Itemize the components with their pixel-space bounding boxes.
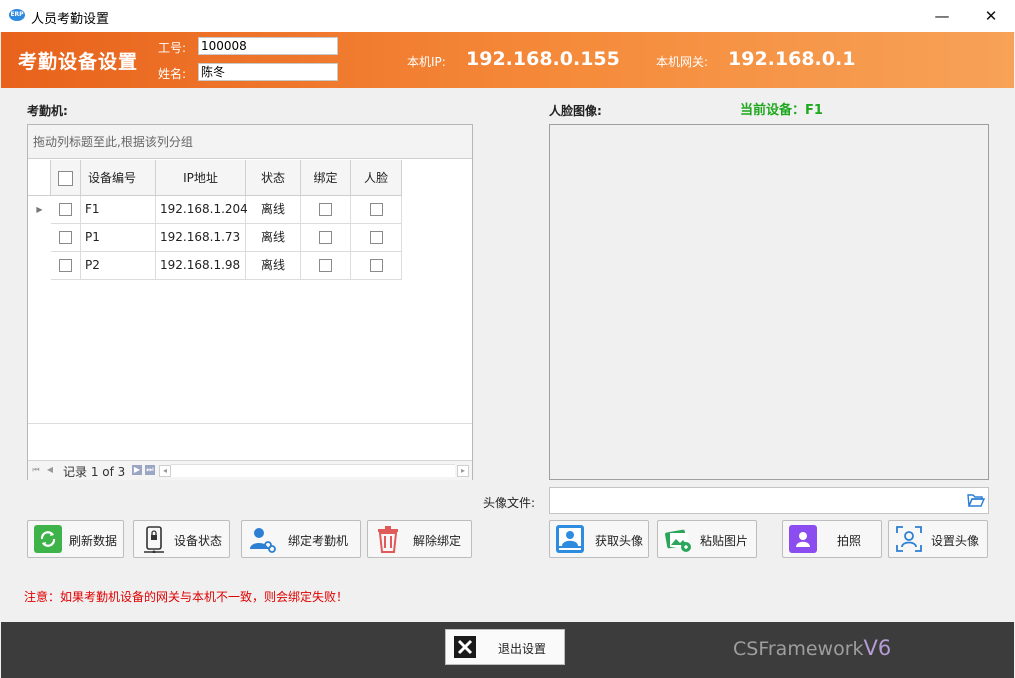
bind-device-label: 绑定考勤机 xyxy=(288,534,349,548)
cell-device-ip[interactable]: 192.168.1.73 xyxy=(156,224,246,252)
close-button[interactable]: ✕ xyxy=(968,0,1014,32)
camera-user-icon xyxy=(789,525,817,553)
phone-lock-icon xyxy=(140,525,168,554)
avatar-file-label: 头像文件: xyxy=(483,496,536,510)
prev-record-icon[interactable]: ◀ xyxy=(45,465,55,475)
paste-image-label: 粘贴图片 xyxy=(700,534,749,548)
scroll-right-icon[interactable]: ▸ xyxy=(457,465,469,477)
record-count-label: 记录 1 of 3 xyxy=(63,465,126,479)
face-section-label: 人脸图像: xyxy=(549,104,602,118)
image-paste-icon xyxy=(664,525,692,553)
select-all-header[interactable] xyxy=(51,160,81,196)
name-label: 姓名: xyxy=(158,67,187,81)
cell-device-code[interactable]: P1 xyxy=(81,224,156,252)
row-checkbox[interactable] xyxy=(51,196,81,224)
column-header-face[interactable]: 人脸 xyxy=(351,160,402,196)
refresh-icon xyxy=(34,525,62,553)
local-ip-label: 本机IP: xyxy=(407,55,446,69)
set-avatar-label: 设置头像 xyxy=(931,534,980,548)
bind-device-button[interactable]: 绑定考勤机 xyxy=(241,520,361,558)
app-logo-icon: ERP xyxy=(9,9,25,21)
cell-device-ip[interactable]: 192.168.1.204 xyxy=(156,196,248,224)
window-title: 人员考勤设置 xyxy=(31,12,110,27)
name-field[interactable]: 陈冬 xyxy=(198,63,338,81)
get-avatar-button[interactable]: 获取头像 xyxy=(549,520,649,558)
column-header-bound[interactable]: 绑定 xyxy=(301,160,351,196)
device-status-button[interactable]: 设备状态 xyxy=(133,520,230,558)
column-header-code[interactable]: 设备编号 xyxy=(81,160,156,196)
last-record-icon[interactable]: ⏭ xyxy=(145,465,155,475)
take-photo-button[interactable]: 拍照 xyxy=(782,520,882,558)
refresh-data-button[interactable]: 刷新数据 xyxy=(27,520,124,558)
horizontal-scrollbar[interactable] xyxy=(171,464,455,477)
current-device-label: 当前设备：F1 xyxy=(740,103,823,118)
grid-footer-divider xyxy=(28,423,472,424)
local-ip-value: 192.168.0.155 xyxy=(466,48,620,70)
brand-logo: CSFrameworkV6 xyxy=(733,636,891,660)
avatar-download-icon xyxy=(556,525,584,553)
page-title: 考勤设备设置 xyxy=(18,51,139,73)
cell-device-code[interactable]: P2 xyxy=(81,252,156,280)
cell-device-status[interactable]: 离线 xyxy=(246,252,301,280)
exit-button[interactable]: 退出设置 xyxy=(445,629,565,665)
brand-name: CSFramework xyxy=(733,638,864,660)
record-navigator: ⏮ ◀ 记录 1 of 3 ▶ ⏭ ◂ ▸ xyxy=(28,460,472,480)
emp-id-field[interactable]: 100008 xyxy=(198,37,338,55)
cell-device-status[interactable]: 离线 xyxy=(246,224,301,252)
cell-bound-checkbox[interactable] xyxy=(301,196,351,224)
exit-label: 退出设置 xyxy=(498,642,547,656)
face-scan-icon xyxy=(895,525,923,553)
select-all-checkbox[interactable] xyxy=(58,171,73,186)
group-by-panel[interactable]: 拖动列标题至此,根据该列分组 xyxy=(28,125,472,159)
unbind-button[interactable]: 解除绑定 xyxy=(367,520,472,558)
cell-device-ip[interactable]: 192.168.1.98 xyxy=(156,252,246,280)
row-focus-indicator: ▶ xyxy=(36,205,43,214)
unbind-label: 解除绑定 xyxy=(413,534,462,548)
warning-note: 注意：如果考勤机设备的网关与本机不一致，则会绑定失败！ xyxy=(24,590,349,604)
gateway-label: 本机网关: xyxy=(656,55,709,69)
user-link-icon xyxy=(248,525,276,553)
emp-id-label: 工号: xyxy=(158,41,187,55)
set-avatar-button[interactable]: 设置头像 xyxy=(888,520,988,558)
row-indicator-header xyxy=(28,160,51,196)
title-bar xyxy=(0,0,1015,33)
paste-image-button[interactable]: 粘贴图片 xyxy=(657,520,757,558)
cell-device-code[interactable]: F1 xyxy=(81,196,156,224)
first-record-icon[interactable]: ⏮ xyxy=(31,465,41,475)
close-x-icon xyxy=(454,636,476,658)
trash-icon xyxy=(374,525,402,553)
next-record-icon[interactable]: ▶ xyxy=(132,465,142,475)
column-header-ip[interactable]: IP地址 xyxy=(156,160,246,196)
device-section-label: 考勤机: xyxy=(27,104,68,118)
column-header-status[interactable]: 状态 xyxy=(246,160,301,196)
face-image-box xyxy=(549,124,989,480)
gateway-value: 192.168.0.1 xyxy=(728,48,856,70)
cell-face-checkbox[interactable] xyxy=(351,252,402,280)
cell-bound-checkbox[interactable] xyxy=(301,252,351,280)
device-grid: 拖动列标题至此,根据该列分组 设备编号 IP地址 状态 绑定 人脸 ▶ F1 1… xyxy=(27,124,473,480)
get-avatar-label: 获取头像 xyxy=(595,534,644,548)
minimize-button[interactable]: — xyxy=(919,0,965,32)
take-photo-label: 拍照 xyxy=(837,534,862,548)
cell-bound-checkbox[interactable] xyxy=(301,224,351,252)
device-status-label: 设备状态 xyxy=(174,534,223,548)
cell-device-status[interactable]: 离线 xyxy=(246,196,301,224)
cell-face-checkbox[interactable] xyxy=(351,196,402,224)
avatar-file-input[interactable] xyxy=(549,487,989,514)
refresh-data-label: 刷新数据 xyxy=(69,534,118,548)
row-checkbox[interactable] xyxy=(51,252,81,280)
row-checkbox[interactable] xyxy=(51,224,81,252)
folder-open-icon[interactable] xyxy=(967,492,986,508)
cell-face-checkbox[interactable] xyxy=(351,224,402,252)
scroll-left-icon[interactable]: ◂ xyxy=(159,465,171,477)
brand-version: V6 xyxy=(863,636,892,660)
